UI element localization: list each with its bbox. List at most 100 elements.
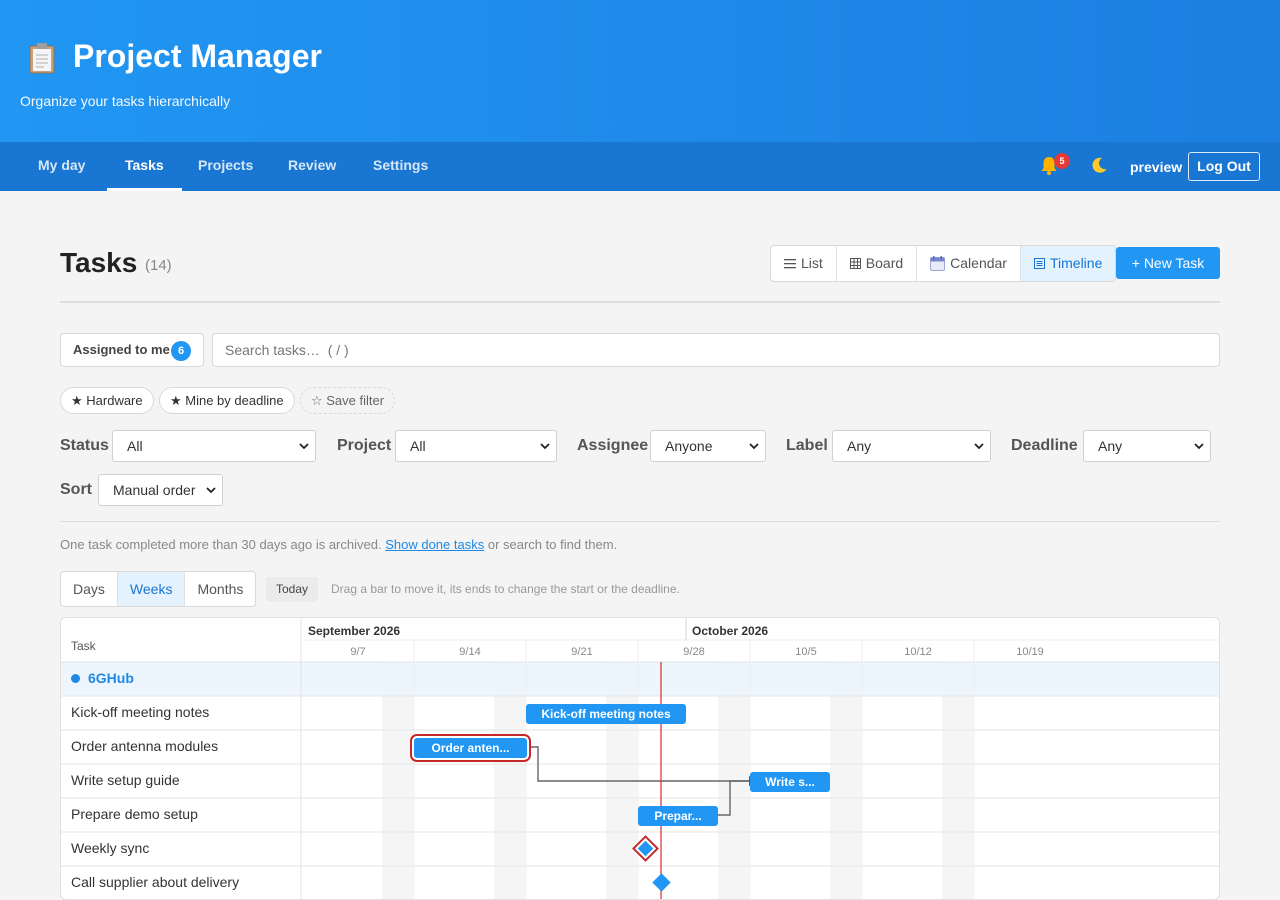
assigned-to-me-label: Assigned to me — [73, 342, 170, 357]
chevron-down-icon — [299, 443, 309, 450]
timeline-icon — [1033, 258, 1045, 269]
app-subtitle: Organize your tasks hierarchically — [20, 93, 231, 109]
view-board-button[interactable]: Board — [837, 246, 918, 281]
nav-tab-projects[interactable]: Projects — [180, 142, 271, 191]
saved-filter-mine-by-deadline[interactable]: ★ Mine by deadline — [159, 387, 295, 414]
group-name: 6GHub — [88, 670, 134, 686]
zoom-days-button[interactable]: Days — [61, 572, 118, 606]
project-filter-label: Project — [337, 437, 392, 454]
task-row-name[interactable]: Weekly sync — [71, 840, 149, 856]
label-select-value: Any — [847, 438, 872, 454]
nav-tab-settings[interactable]: Settings — [355, 142, 446, 191]
zoom-weeks-button[interactable]: Weeks — [117, 572, 186, 606]
week-label: 9/7 — [350, 646, 366, 658]
view-timeline-button[interactable]: Timeline — [1020, 246, 1116, 281]
task-bar-prepare-demo[interactable]: Prepar... — [638, 806, 718, 826]
nav-tab-my-day[interactable]: My day — [20, 142, 103, 191]
archive-note-text: One task completed more than 30 days ago… — [60, 537, 382, 552]
assigned-to-me-button[interactable]: Assigned to me 6 — [60, 333, 204, 367]
main-nav: My day Tasks Projects Review Settings — [0, 142, 1280, 191]
zoom-switcher: Days Weeks Months — [60, 571, 257, 607]
clipboard-icon — [29, 43, 55, 74]
deadline-select-value: Any — [1098, 438, 1123, 454]
month-label: October 2026 — [692, 624, 769, 638]
month-label: September 2026 — [308, 624, 401, 638]
moon-icon[interactable] — [1090, 156, 1108, 174]
group-row-6ghub[interactable]: 6GHub — [71, 670, 134, 686]
timeline-hint: Drag a bar to move it, its ends to chang… — [331, 582, 680, 596]
chevron-down-icon — [974, 443, 984, 450]
milestone-call-supplier[interactable] — [652, 873, 671, 892]
search-input[interactable] — [212, 333, 1220, 367]
assignee-select-value: Anyone — [665, 438, 713, 454]
status-select-value: All — [127, 438, 143, 454]
view-timeline-label: Timeline — [1049, 255, 1103, 271]
task-row-name[interactable]: Kick-off meeting notes — [71, 704, 209, 720]
timeline-gantt: Task September 2026 October 2026 9/7 9/1… — [60, 617, 1220, 900]
sort-select-value: Manual order — [113, 482, 196, 498]
milestone-weekly-sync[interactable] — [632, 835, 659, 862]
notification-badge: 5 — [1054, 153, 1070, 169]
task-row-name[interactable]: Write setup guide — [71, 772, 180, 788]
status-select[interactable]: All — [112, 430, 316, 462]
task-row-name[interactable]: Order antenna modules — [71, 738, 218, 754]
week-label: 10/5 — [795, 646, 817, 658]
view-list-label: List — [801, 255, 823, 271]
status-filter-label: Status — [60, 437, 109, 454]
nav-tab-tasks[interactable]: Tasks — [107, 142, 182, 191]
task-bar-write-setup-guide[interactable]: Write s... — [750, 772, 830, 792]
group-color-dot — [71, 673, 80, 683]
deadline-filter-label: Deadline — [1011, 437, 1078, 454]
task-bar-kickoff[interactable]: Kick-off meeting notes — [526, 704, 686, 724]
chevron-down-icon — [749, 443, 759, 450]
task-bar-order-antenna[interactable]: Order anten... — [414, 738, 527, 758]
task-row-name[interactable]: Prepare demo setup — [71, 806, 198, 822]
week-label: 9/21 — [571, 646, 593, 658]
saved-filter-hardware[interactable]: ★ Hardware — [60, 387, 154, 414]
project-select-value: All — [410, 438, 426, 454]
sort-label: Sort — [60, 481, 92, 498]
app-header: Project Manager Organize your tasks hier… — [0, 0, 1280, 142]
view-list-button[interactable]: List — [771, 246, 837, 281]
zoom-months-button[interactable]: Months — [185, 572, 255, 606]
today-button[interactable]: Today — [266, 577, 319, 602]
week-label: 9/28 — [683, 646, 705, 658]
board-icon — [849, 258, 861, 269]
show-done-tasks-link[interactable]: Show done tasks — [385, 537, 484, 552]
chevron-down-icon — [540, 443, 550, 450]
page-title: Tasks — [60, 247, 138, 278]
task-row-name[interactable]: Call supplier about delivery — [71, 874, 239, 890]
archive-note: One task completed more than 30 days ago… — [60, 537, 617, 552]
logout-button[interactable]: Log Out — [1188, 152, 1260, 181]
project-select[interactable]: All — [395, 430, 557, 462]
header-divider — [60, 301, 1220, 303]
deadline-select[interactable]: Any — [1083, 430, 1211, 462]
assignee-filter-label: Assignee — [577, 437, 649, 454]
chevron-down-icon — [206, 487, 216, 494]
view-board-label: Board — [865, 255, 904, 271]
timeline-grid — [61, 618, 1219, 899]
app-title: Project Manager — [73, 38, 322, 74]
assigned-count-badge: 6 — [171, 341, 191, 361]
list-icon — [784, 259, 796, 269]
week-label: 9/14 — [459, 646, 481, 658]
week-label: 10/19 — [1016, 646, 1044, 658]
view-calendar-button[interactable]: Calendar — [917, 246, 1021, 281]
filter-divider — [60, 521, 1220, 522]
task-count: (14) — [145, 257, 172, 274]
assignee-select[interactable]: Anyone — [650, 430, 766, 462]
archive-note-suffix: or search to find them. — [487, 537, 618, 552]
nav-tab-review[interactable]: Review — [270, 142, 354, 191]
task-column-header: Task — [71, 639, 96, 653]
calendar-icon — [930, 256, 946, 271]
view-switcher: List Board Calendar Timeline — [770, 245, 1117, 282]
user-name[interactable]: preview — [1130, 159, 1182, 175]
chevron-down-icon — [1194, 443, 1204, 450]
new-task-button[interactable]: + New Task — [1116, 247, 1220, 279]
label-filter-label: Label — [786, 437, 828, 454]
label-select[interactable]: Any — [832, 430, 991, 462]
view-calendar-label: Calendar — [950, 255, 1007, 271]
week-label: 10/12 — [904, 646, 932, 658]
sort-select[interactable]: Manual order — [98, 474, 223, 506]
save-filter-button[interactable]: ☆ Save filter — [300, 387, 396, 414]
